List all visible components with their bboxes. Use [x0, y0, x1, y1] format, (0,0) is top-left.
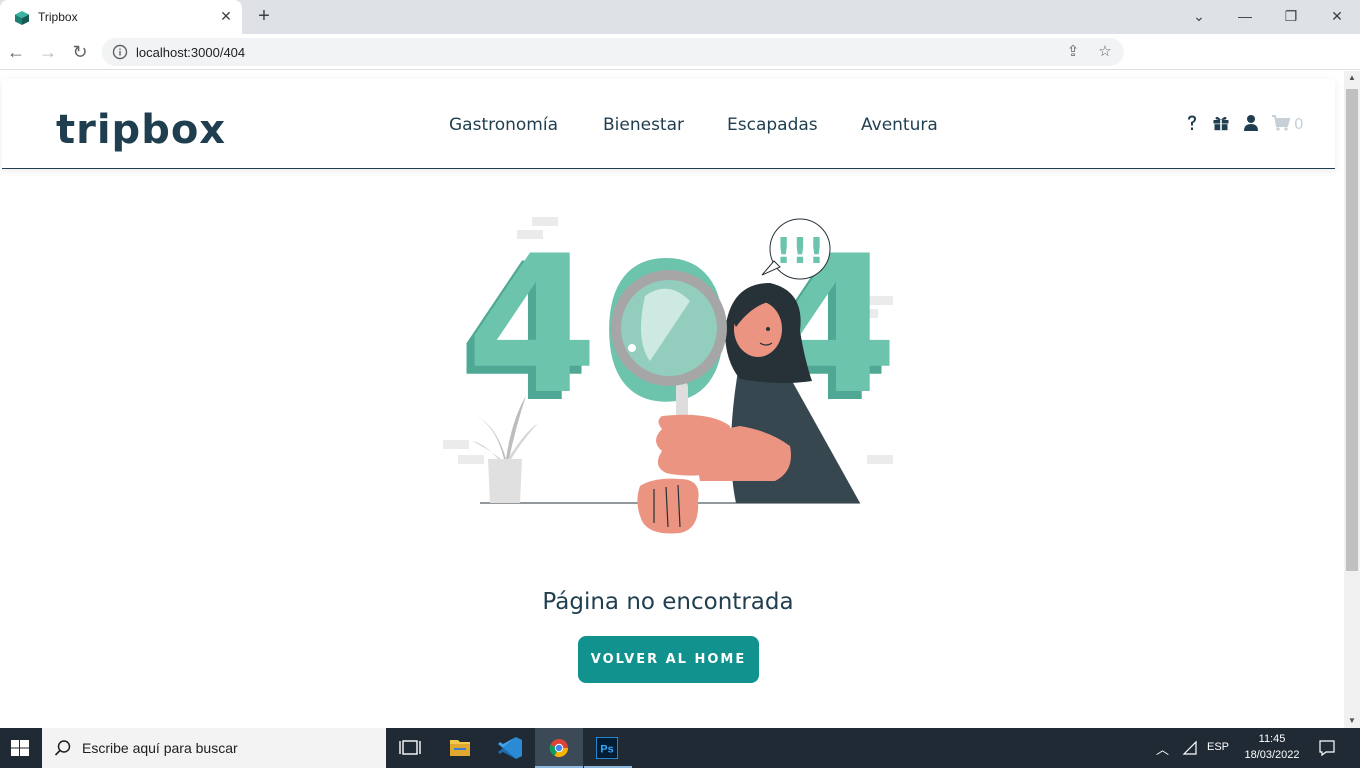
back-arrow-icon[interactable]: ← — [4, 40, 28, 64]
url-text[interactable]: localhost:3000/404 — [136, 45, 245, 60]
tripbox-logo[interactable]: tripbox — [56, 107, 226, 153]
chrome-icon — [549, 739, 568, 758]
vscode-icon[interactable] — [486, 728, 534, 768]
site-header: tripbox Gastronomía Bienestar Escapadas … — [2, 79, 1335, 169]
photoshop-icon: Ps — [596, 737, 618, 759]
gift-icon[interactable] — [1211, 113, 1231, 133]
browser-tab-strip: Tripbox ✕ + ⌄ — ❐ ✕ — [0, 0, 1360, 34]
search-icon — [54, 740, 71, 756]
file-explorer-icon[interactable] — [436, 728, 484, 768]
user-icon[interactable] — [1241, 113, 1261, 133]
nav-gastronomia[interactable]: Gastronomía — [449, 115, 558, 135]
tab-search-icon[interactable]: ⌄ — [1184, 4, 1214, 28]
tray-chevron-up-icon[interactable]: ︿ — [1156, 739, 1169, 758]
speech-bubble-text: !!! — [775, 231, 824, 272]
scroll-thumb[interactable] — [1346, 89, 1358, 571]
digit-4-left-face: 4 — [466, 215, 598, 436]
wifi-icon[interactable] — [1182, 740, 1198, 756]
windows-start-icon[interactable] — [0, 728, 40, 768]
language-indicator[interactable]: ESP — [1204, 741, 1232, 753]
svg-text:Ps: Ps — [600, 744, 613, 756]
browser-toolbar: ← → ↻ localhost:3000/404 ⇪ ☆ O M ◉ ABP ✚… — [0, 34, 1360, 96]
notification-center-icon[interactable] — [1318, 739, 1336, 757]
task-view-icon[interactable] — [386, 728, 434, 768]
forward-arrow-icon[interactable]: → — [36, 40, 60, 64]
minimize-button[interactable]: — — [1230, 4, 1260, 28]
not-found-message: Página no encontrada — [542, 589, 794, 615]
search-placeholder: Escribe aquí para buscar — [82, 740, 238, 756]
nav-bienestar[interactable]: Bienestar — [603, 115, 684, 135]
page-scrollbar[interactable]: ▲ ▼ — [1344, 71, 1360, 728]
info-icon[interactable] — [112, 44, 128, 60]
windows-taskbar: Escribe aquí para buscar Ps ︿ ESP 11:45 … — [0, 728, 1360, 768]
close-window-button[interactable]: ✕ — [1322, 4, 1352, 28]
tab-close-icon[interactable]: ✕ — [216, 6, 236, 26]
back-to-home-button[interactable]: VOLVER AL HOME — [578, 636, 759, 683]
cart-count[interactable]: 0 — [1294, 115, 1304, 133]
clock-time[interactable]: 11:45 — [1240, 733, 1304, 745]
nav-escapadas[interactable]: Escapadas — [727, 115, 818, 135]
address-bar[interactable]: localhost:3000/404 ⇪ ☆ — [102, 38, 1124, 66]
not-found-illustration: 4 4 0 4 4 !!! — [443, 215, 898, 534]
scroll-down-arrow-icon[interactable]: ▼ — [1344, 714, 1360, 728]
tripbox-favicon-icon — [15, 11, 29, 25]
reload-icon[interactable]: ↻ — [68, 40, 92, 64]
nav-aventura[interactable]: Aventura — [861, 115, 938, 135]
question-icon[interactable] — [1182, 113, 1202, 133]
web-page: tripbox Gastronomía Bienestar Escapadas … — [0, 71, 1344, 728]
new-tab-button[interactable]: + — [254, 6, 274, 26]
photoshop-taskbar-button[interactable]: Ps — [584, 728, 632, 768]
tab-title: Tripbox — [38, 10, 78, 24]
restore-button[interactable]: ❐ — [1276, 4, 1306, 28]
scroll-up-arrow-icon[interactable]: ▲ — [1344, 71, 1360, 85]
browser-tab[interactable]: Tripbox ✕ — [0, 0, 242, 34]
bookmark-star-icon[interactable]: ☆ — [1096, 43, 1114, 61]
share-icon[interactable]: ⇪ — [1064, 43, 1082, 61]
chrome-taskbar-button[interactable] — [535, 728, 583, 768]
cart-icon[interactable] — [1271, 113, 1291, 133]
taskbar-search-box[interactable]: Escribe aquí para buscar — [42, 728, 386, 768]
clock-date[interactable]: 18/03/2022 — [1240, 749, 1304, 761]
